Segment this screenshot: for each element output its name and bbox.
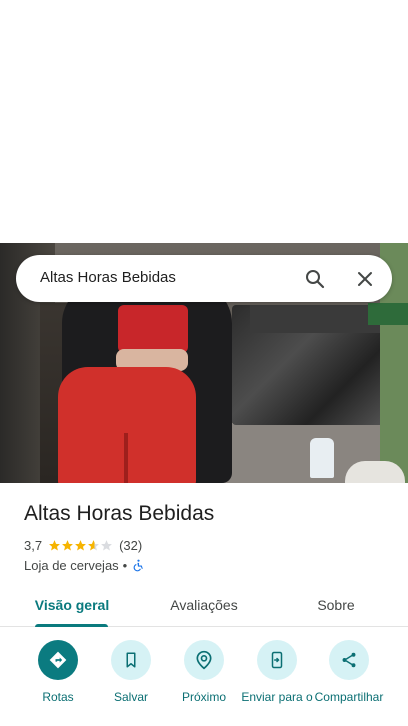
tab-indicator bbox=[35, 624, 108, 627]
search-icon[interactable] bbox=[303, 267, 327, 291]
photo-bucket bbox=[345, 461, 405, 483]
share-label: Compartilhar bbox=[314, 690, 384, 704]
tab-reviews[interactable]: Avaliações bbox=[150, 583, 258, 627]
share-icon bbox=[342, 652, 356, 668]
directions-button-circle[interactable] bbox=[38, 640, 78, 680]
photo-bottle bbox=[310, 438, 334, 478]
rating-stars bbox=[48, 539, 113, 552]
send-to-phone-label: Enviar para o bbox=[241, 690, 313, 704]
share-button[interactable]: Compartilhar bbox=[312, 640, 386, 704]
search-bar[interactable]: Altas Horas Bebidas bbox=[16, 255, 392, 302]
tab-about[interactable]: Sobre bbox=[282, 583, 390, 627]
save-label: Salvar bbox=[113, 690, 148, 704]
send-to-phone-button[interactable]: Enviar para o bbox=[240, 640, 314, 704]
directions-button[interactable]: Rotas bbox=[21, 640, 95, 704]
nearby-label: Próximo bbox=[181, 690, 226, 704]
place-category: Loja de cervejas bbox=[24, 557, 119, 573]
tab-overview[interactable]: Visão geral bbox=[18, 583, 126, 627]
empty-star-icon bbox=[101, 539, 112, 550]
action-bar: Rotas Salvar Próximo Enviar para o Compa… bbox=[0, 640, 408, 726]
save-button-circle[interactable] bbox=[111, 640, 151, 680]
search-input[interactable]: Altas Horas Bebidas bbox=[40, 269, 176, 286]
save-button[interactable]: Salvar bbox=[94, 640, 168, 704]
rating-row[interactable]: 3,7 (32) bbox=[24, 537, 142, 553]
star-icon bbox=[49, 539, 60, 550]
bookmark-icon bbox=[126, 652, 136, 668]
review-count: (32) bbox=[119, 537, 143, 553]
directions-label: Rotas bbox=[42, 690, 74, 704]
star-icon bbox=[75, 539, 86, 550]
send-to-phone-button-circle[interactable] bbox=[257, 640, 297, 680]
photo-sign bbox=[368, 303, 408, 325]
photo-pants-seam bbox=[124, 433, 128, 483]
directions-icon bbox=[49, 651, 67, 669]
category-row: Loja de cervejas • bbox=[24, 557, 145, 573]
wheelchair-icon bbox=[133, 559, 144, 572]
photo-person-top bbox=[118, 305, 188, 353]
blank-area bbox=[0, 0, 408, 243]
share-button-circle[interactable] bbox=[329, 640, 369, 680]
place-title: Altas Horas Bebidas bbox=[24, 502, 215, 525]
half-star-icon bbox=[88, 539, 99, 550]
close-icon[interactable] bbox=[353, 267, 377, 291]
star-icon bbox=[62, 539, 73, 550]
nearby-icon bbox=[196, 650, 212, 670]
nearby-button-circle[interactable] bbox=[184, 640, 224, 680]
category-separator: • bbox=[122, 557, 128, 573]
tab-bar: Visão geral Avaliações Sobre bbox=[0, 583, 408, 627]
nearby-button[interactable]: Próximo bbox=[167, 640, 241, 704]
send-to-phone-icon bbox=[271, 651, 283, 669]
rating-value: 3,7 bbox=[24, 537, 43, 553]
